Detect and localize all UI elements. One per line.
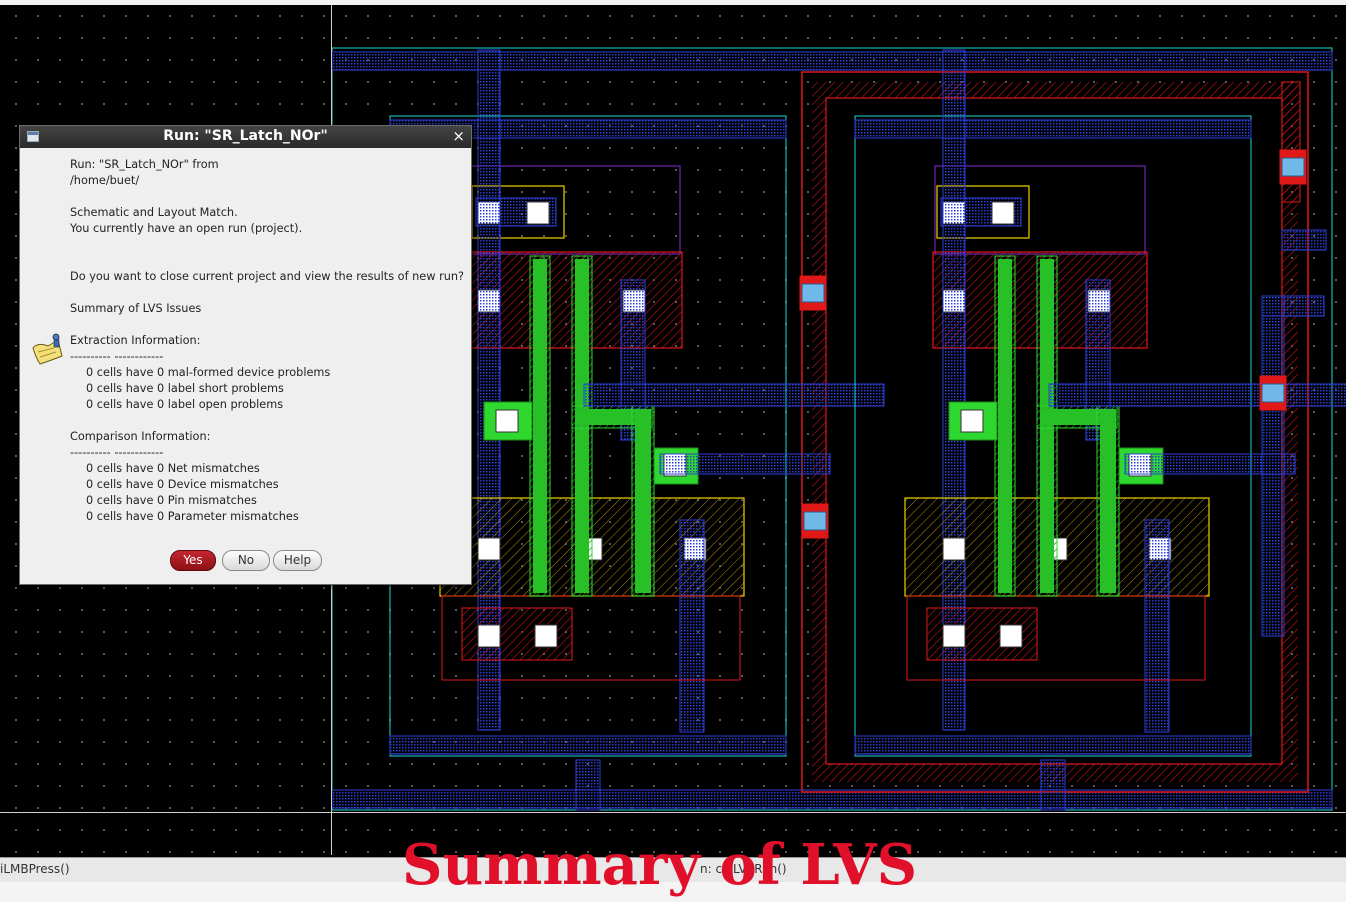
contact-cut: [534, 624, 558, 648]
metal1-wire: [1261, 295, 1285, 637]
canvas-divider-bottom: [0, 812, 1346, 813]
via-cut: [801, 283, 825, 303]
status-left-text: iLMBPress(): [0, 862, 70, 876]
contact-cut: [960, 409, 984, 433]
dialog-line: 0 cells have 0 Pin mismatches: [86, 494, 257, 507]
close-icon[interactable]: ×: [452, 127, 465, 145]
dialog-line: [70, 285, 468, 301]
metal1-wire: [575, 759, 601, 811]
via-cut: [803, 511, 827, 531]
dialog-line: ---------- ------------: [70, 350, 164, 363]
poly-wire-core: [533, 259, 547, 593]
dialog-line: Extraction Information:: [70, 334, 201, 347]
dialog-line: ---------- ------------: [70, 446, 164, 459]
poly-wire-core: [1100, 409, 1116, 593]
no-button[interactable]: No: [222, 550, 270, 571]
lvs-run-dialog[interactable]: Run: "SR_Latch_NOr" × Run: "SR_Latch_NOr…: [19, 125, 472, 585]
contact-cut: [942, 624, 966, 648]
contact-cut: [526, 201, 550, 225]
dialog-line: Do you want to close current project and…: [70, 270, 465, 283]
dialog-line: 0 cells have 0 label open problems: [86, 398, 284, 411]
dialog-line: [70, 317, 468, 333]
poly-wire-core: [635, 409, 651, 593]
metal1-wire: [1048, 383, 1346, 407]
metal1-wire: [1144, 519, 1170, 733]
metal1-wire: [854, 119, 1252, 139]
dialog-line: Comparison Information:: [70, 430, 211, 443]
contact-cut: [999, 624, 1023, 648]
dialog-line: 0 cells have 0 label short problems: [86, 382, 284, 395]
dialog-line: /home/buet/: [70, 174, 140, 187]
dialog-line: Schematic and Layout Match.: [70, 206, 238, 219]
dialog-line: Summary of LVS Issues: [70, 302, 202, 315]
dialog-line: 0 cells have 0 Parameter mismatches: [86, 510, 299, 523]
metal1-wire: [1040, 759, 1066, 811]
contact-cut: [477, 624, 501, 648]
metal1-wire: [679, 519, 705, 733]
contact-cut: [477, 537, 501, 561]
contact-cut: [942, 537, 966, 561]
note-icon: [32, 333, 63, 365]
dialog-line: [70, 413, 468, 429]
dialog-line: [70, 253, 468, 269]
yes-button[interactable]: Yes: [170, 550, 216, 571]
metal1-wire: [659, 453, 831, 475]
dialog-title: Run: "SR_Latch_NOr": [163, 128, 328, 144]
dialog-line: 0 cells have 0 mal-formed device problem…: [86, 366, 331, 379]
dialog-line: [70, 237, 468, 253]
contact-cut: [495, 409, 519, 433]
dialog-titlebar[interactable]: Run: "SR_Latch_NOr" ×: [20, 126, 471, 148]
dialog-button-row: Yes No Help: [20, 550, 471, 572]
metal1-wire: [583, 383, 885, 407]
dialog-line: You currently have an open run (project)…: [70, 222, 303, 235]
metal1-wire: [389, 735, 787, 755]
dialog-line: 0 cells have 0 Device mismatches: [86, 478, 279, 491]
help-button[interactable]: Help: [273, 550, 322, 571]
metal1-wire: [854, 735, 1252, 755]
via-cut: [1261, 383, 1285, 403]
dialog-line: Run: "SR_Latch_NOr" from: [70, 158, 219, 171]
dialog-line: [70, 189, 468, 205]
contact-cut: [991, 201, 1015, 225]
poly-wire-core: [998, 259, 1012, 593]
via-cut: [1281, 157, 1305, 177]
dialog-message: Run: "SR_Latch_NOr" from/home/buet/Schem…: [70, 157, 468, 525]
overlay-caption: Summary of LVS: [402, 832, 918, 898]
dialog-line: 0 cells have 0 Net mismatches: [86, 462, 260, 475]
metal1-wire: [1281, 229, 1327, 251]
